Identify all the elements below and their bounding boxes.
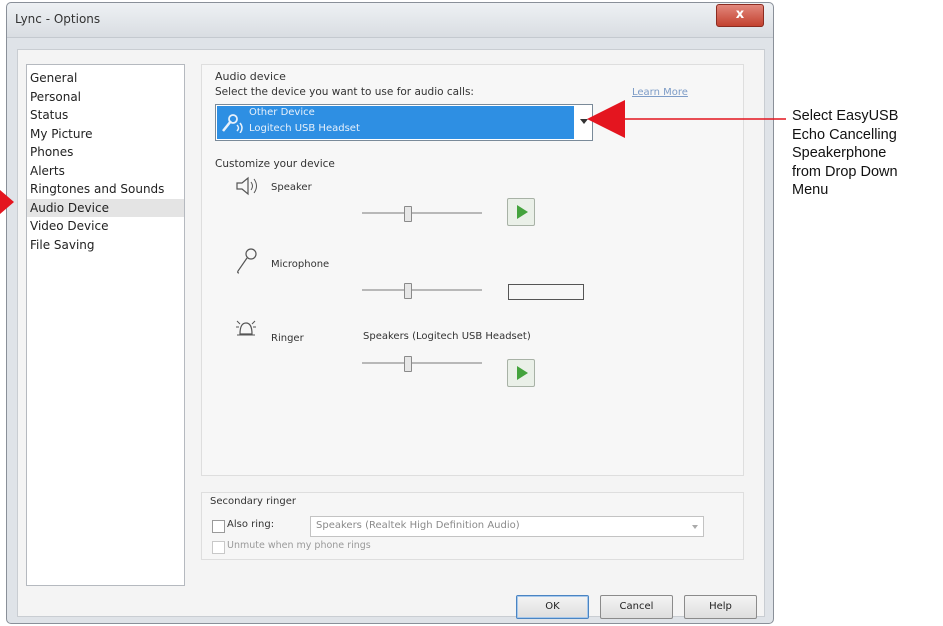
annotation-line: from Drop Down: [792, 163, 898, 180]
annotation-overlay: [0, 100, 786, 214]
annotation-line: Speakerphone: [792, 145, 887, 161]
nav-pointer-arrow: [0, 190, 14, 214]
instruction-annotation: Select EasyUSB Echo Cancelling Speakerph…: [792, 107, 942, 200]
annotation-line: Select EasyUSB: [792, 108, 899, 124]
annotation-line: Echo Cancelling: [792, 126, 897, 143]
dropdown-callout-arrowhead: [587, 100, 625, 138]
annotation-line: Menu: [792, 182, 829, 198]
